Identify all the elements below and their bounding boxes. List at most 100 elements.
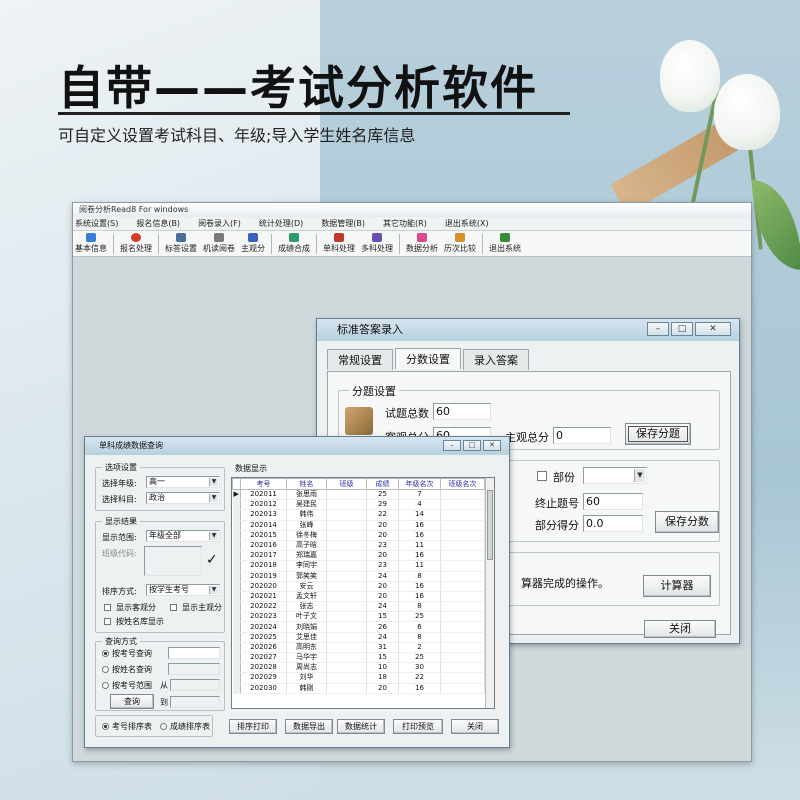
cell-class-rank[interactable] [440,662,485,674]
cell-class-rank[interactable] [440,530,485,541]
sort-select[interactable]: 按学生考号 ▼ [146,584,220,596]
save-score-button[interactable]: 保存分数 [655,511,719,533]
table-row[interactable]: 202028 周尚志 10 30 [232,662,485,674]
cell-name[interactable]: 郭笑笑 [286,571,327,582]
cell-score[interactable]: 20 [366,683,399,694]
toolbar-scan-grading-button[interactable]: 机读阅卷 [203,233,235,254]
row-selector[interactable] [232,520,241,531]
cell-class-rank[interactable] [440,683,485,694]
cell-class[interactable] [326,672,367,684]
cell-class-rank[interactable] [440,611,485,623]
cell-name[interactable]: 李同宇 [286,560,327,572]
end-question-input[interactable]: 60 [583,493,643,510]
row-selector[interactable] [232,672,241,684]
cell-grade-rank[interactable]: 11 [398,540,441,552]
cell-grade-rank[interactable]: 2 [398,642,441,654]
cell-score[interactable]: 15 [366,652,399,664]
minimize-icon[interactable]: – [443,440,461,451]
row-selector[interactable] [232,591,241,603]
row-selector[interactable] [232,509,241,521]
cell-class-rank[interactable] [440,489,485,501]
row-selector[interactable] [232,571,241,582]
column-header-grade-rank[interactable]: 年级名次 [398,478,441,490]
cell-grade-rank[interactable]: 8 [398,571,441,582]
toolbar-subjective-button[interactable]: 主观分 [241,233,265,254]
data-stats-button[interactable]: 数据统计 [337,719,385,734]
id-sort-table-radio[interactable] [102,723,109,730]
row-selector[interactable] [232,601,241,613]
query-by-name-radio[interactable] [102,666,109,673]
query-button[interactable]: 查询 [110,694,154,709]
table-row[interactable]: 202024 刘晓娟 26 6 [232,621,485,633]
cell-grade-rank[interactable]: 4 [398,499,441,511]
cell-class-rank[interactable] [440,540,485,552]
cell-grade-rank[interactable]: 8 [398,632,441,643]
row-selector[interactable] [232,662,241,674]
cell-id[interactable]: 202028 [240,662,287,674]
toolbar-exit-button[interactable]: 退出系统 [489,233,521,254]
cell-score[interactable]: 20 [366,530,399,541]
column-header-class[interactable]: 班级 [326,478,367,490]
row-selector[interactable] [232,621,241,633]
cell-id[interactable]: 202018 [240,560,287,572]
table-row[interactable]: 202012 吴建民 29 4 [232,499,485,511]
row-selector[interactable] [232,540,241,552]
cell-class[interactable] [326,662,367,674]
cell-id[interactable]: 202011 [240,489,287,501]
cell-grade-rank[interactable]: 22 [398,672,441,684]
row-selector[interactable] [232,652,241,664]
class-code-list[interactable] [144,546,202,576]
cell-class[interactable] [326,591,367,603]
cell-class[interactable] [326,560,367,572]
cell-class[interactable] [326,571,367,582]
close-icon[interactable]: ✕ [483,440,501,451]
cell-class-rank[interactable] [440,642,485,654]
toolbar-basic-info-button[interactable]: 基本信息 [75,233,107,254]
cell-score[interactable]: 24 [366,601,399,613]
part-score-input[interactable]: 0.0 [583,515,643,532]
row-pointer-icon[interactable]: ▶ [232,489,241,501]
cell-id[interactable]: 202014 [240,520,287,531]
table-row[interactable]: 202019 郭笑笑 24 8 [232,571,485,582]
cell-name[interactable]: 张志 [286,601,327,613]
cell-grade-rank[interactable]: 16 [398,550,441,562]
cell-id[interactable]: 202015 [240,530,287,541]
cell-score[interactable]: 25 [366,489,399,501]
cell-id[interactable]: 202016 [240,540,287,552]
cell-class-rank[interactable] [440,509,485,521]
table-row[interactable]: 202029 刘华 18 22 [232,672,485,684]
table-row[interactable]: 202026 高明东 31 2 [232,642,485,654]
cell-score[interactable]: 31 [366,642,399,654]
vertical-scrollbar[interactable] [485,478,494,708]
cell-name[interactable]: 徐冬梅 [286,530,327,541]
tab-score-settings[interactable]: 分数设置 [395,348,461,369]
cell-name[interactable]: 张思雨 [286,489,327,501]
cell-name[interactable]: 韩伟 [286,509,327,521]
cell-grade-rank[interactable]: 11 [398,560,441,572]
show-subjective-checkbox[interactable] [170,604,177,611]
cell-name[interactable]: 艾思佳 [286,632,327,643]
table-row[interactable]: 202021 孟文轩 20 16 [232,591,485,603]
cell-grade-rank[interactable]: 16 [398,520,441,531]
cell-score[interactable]: 20 [366,581,399,592]
cell-class[interactable] [326,550,367,562]
toolbar-merge-button[interactable]: 成绩合成 [278,233,310,254]
cell-class-rank[interactable] [440,621,485,633]
cell-score[interactable]: 24 [366,571,399,582]
menu-item-grading[interactable]: 阅卷录入(F) [198,217,241,230]
cell-name[interactable]: 刘晓娟 [286,621,327,633]
row-selector[interactable] [232,632,241,643]
cell-class-rank[interactable] [440,652,485,664]
cell-class[interactable] [326,509,367,521]
row-selector[interactable] [232,581,241,592]
toolbar-compare-button[interactable]: 历次比较 [444,233,476,254]
menu-item-statistics[interactable]: 统计处理(D) [259,217,303,230]
maximize-icon[interactable]: □ [671,322,693,336]
cell-score[interactable]: 15 [366,611,399,623]
cell-score[interactable]: 18 [366,672,399,684]
cell-class-rank[interactable] [440,601,485,613]
cell-class[interactable] [326,652,367,664]
cell-id[interactable]: 202024 [240,621,287,633]
cell-class[interactable] [326,611,367,623]
cell-name[interactable]: 张峰 [286,520,327,531]
